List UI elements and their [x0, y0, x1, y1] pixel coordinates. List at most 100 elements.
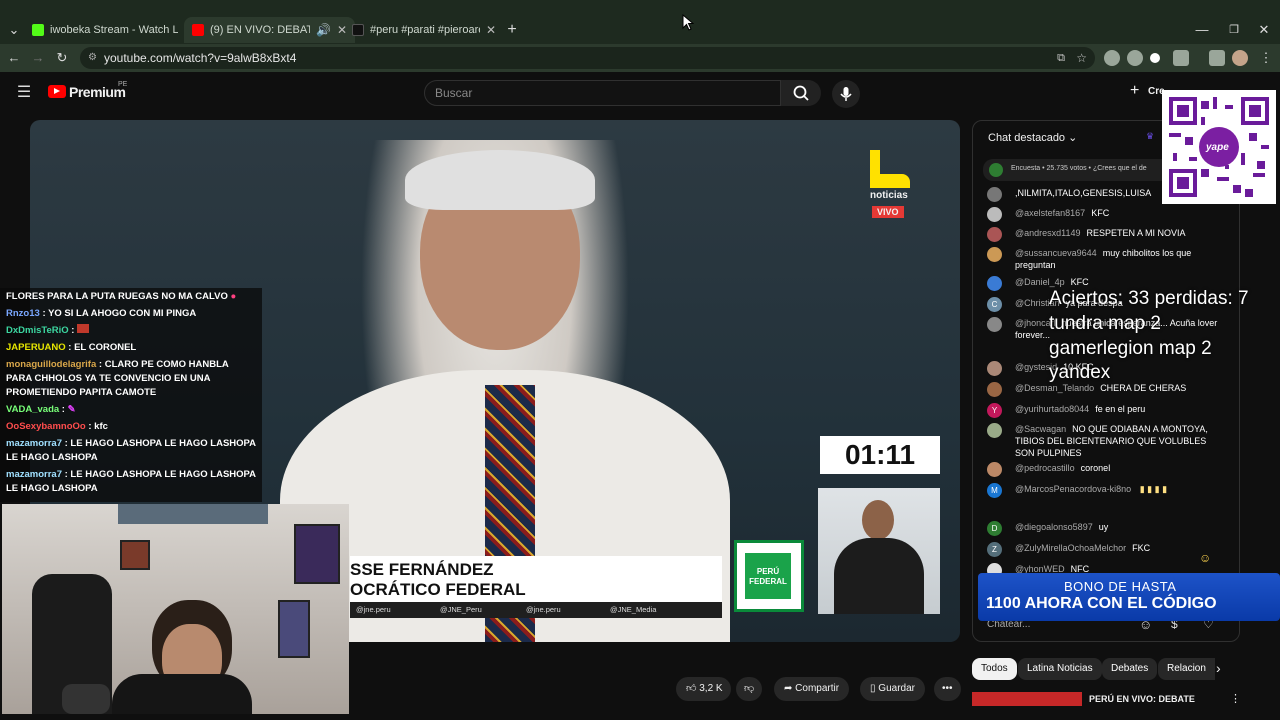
minimize-icon[interactable]: — — [1192, 20, 1212, 40]
tab-list-icon[interactable]: ⌄ — [4, 20, 24, 40]
tab-kick[interactable]: iwobeka Stream - Watch Live o ✕ — [24, 18, 202, 42]
chip-latina-noticias[interactable]: Latina Noticias — [1018, 658, 1102, 680]
restore-icon[interactable]: ❐ — [1224, 20, 1244, 40]
avatar[interactable] — [987, 207, 1002, 222]
more-actions-button[interactable]: ••• — [934, 677, 961, 701]
avatar[interactable]: M — [987, 483, 1002, 498]
close-tab-icon[interactable]: ✕ — [486, 23, 496, 37]
address-bar[interactable]: ⚙ youtube.com/watch?v=9alwB8xBxt4 ⧉ ☆ — [80, 47, 1095, 69]
poster-frame — [278, 600, 310, 658]
poll-banner[interactable]: Encuesta • 25.735 votos • ¿Crees que el … — [983, 159, 1183, 181]
related-menu-icon[interactable]: ⋮ — [1230, 692, 1241, 705]
author-name[interactable]: @Daniel_4p — [1015, 277, 1065, 287]
chat-message: @sussancueva9644 muy chibolitos los que p… — [987, 247, 1227, 271]
member-badge-icon[interactable]: ♛ — [1146, 131, 1154, 142]
profile-avatar-icon[interactable] — [1232, 50, 1248, 66]
extensions-puzzle-icon[interactable] — [1173, 50, 1189, 66]
share-label: Compartir — [795, 683, 840, 694]
chat-message: @Daniel_4p KFC — [987, 276, 1227, 291]
url-text: youtube.com/watch?v=9alwB8xBxt4 — [104, 51, 297, 65]
browser-toolbar: ← → ↻ ⚙ youtube.com/watch?v=9alwB8xBxt4 … — [0, 44, 1280, 72]
author-name[interactable]: @yurihurtado8044 — [1015, 404, 1089, 414]
mute-tab-icon[interactable]: 🔊 — [316, 23, 331, 37]
chip-todos[interactable]: Todos — [972, 658, 1017, 680]
site-info-icon[interactable]: ⚙ — [88, 47, 97, 69]
author-name[interactable]: @ZulyMirellaOchoaMelchor — [1015, 543, 1126, 553]
promo-banner: BONO DE HASTA 1100 AHORA CON EL CÓDIGO — [978, 573, 1280, 621]
hamburger-menu-icon[interactable]: ☰ — [14, 83, 34, 103]
related-video-title[interactable]: PERÚ EN VIVO: DEBATE — [1089, 694, 1195, 704]
author-name[interactable]: @axelstefan8167 — [1015, 208, 1085, 218]
avatar[interactable]: D — [987, 521, 1002, 536]
speaker-hair — [405, 150, 595, 210]
extension-icon[interactable] — [1104, 50, 1120, 66]
author-name[interactable]: @Desman_Telando — [1015, 383, 1094, 393]
author-name[interactable]: @Sacwagan — [1015, 424, 1066, 434]
create-plus-icon[interactable]: + — [1130, 82, 1139, 100]
promo-line-1: BONO DE HASTA — [1064, 579, 1177, 594]
save-button[interactable]: ▯ Guardar — [860, 677, 925, 701]
reload-icon[interactable]: ↻ — [52, 48, 72, 68]
author-name[interactable]: @sussancueva9644 — [1015, 248, 1097, 258]
avatar[interactable] — [987, 276, 1002, 291]
like-count: 3,2 K — [699, 683, 723, 694]
message-text: RESPETEN A MI NOVIA — [1086, 228, 1186, 238]
chat-message: D @diegoalonso5897 uy — [987, 521, 1227, 536]
tab-title: (9) EN VIVO: DEBATE PRESI — [210, 24, 310, 36]
avatar[interactable] — [987, 227, 1002, 242]
latina-noticias-logo-icon — [870, 150, 912, 188]
search-button[interactable] — [781, 80, 821, 106]
extension-icon[interactable] — [1127, 50, 1143, 66]
instagram-handle: @jne.peru — [356, 605, 391, 614]
author-name[interactable]: @MarcosPenacordova-ki8no — [1015, 484, 1131, 494]
menu-kebab-icon[interactable]: ⋮ — [1256, 48, 1276, 68]
dislike-button[interactable]: 👎︎ — [736, 677, 763, 701]
back-icon[interactable]: ← — [4, 48, 24, 68]
party-name: OCRÁTICO FEDERAL — [350, 580, 526, 599]
avatar[interactable] — [987, 361, 1002, 376]
message-text: KFC — [1070, 277, 1089, 287]
stream-chat-line: Rnzo13 : YO SI LA AHOGO CON MI PINGA — [6, 307, 256, 321]
author-name[interactable]: @diegoalonso5897 — [1015, 522, 1093, 532]
chat-user: OoSexybamnoOo — [6, 421, 86, 432]
tab-youtube[interactable]: (9) EN VIVO: DEBATE PRESI 🔊 ✕ — [184, 17, 356, 43]
tab-tiktok[interactable]: #peru #parati #pieroarenas #k ✕ — [344, 18, 504, 42]
chat-mode-dropdown[interactable]: Chat destacado ⌄ — [988, 131, 1077, 144]
youtube-premium-wordmark[interactable]: Premium — [69, 84, 126, 100]
bookmark-star-icon[interactable]: ☆ — [1076, 47, 1087, 69]
like-button[interactable]: 👍︎ 3,2 K — [676, 677, 731, 701]
author-name[interactable]: @pedrocastillo — [1015, 463, 1075, 473]
related-thumbnail[interactable] — [972, 692, 1082, 706]
avatar[interactable]: Z — [987, 542, 1002, 557]
media-controls-icon[interactable] — [1209, 50, 1225, 66]
forward-icon[interactable]: → — [28, 48, 48, 68]
emote-icon: ✎ — [67, 404, 76, 415]
avatar[interactable] — [987, 423, 1002, 438]
party-logo: PERÚ FEDERAL — [734, 540, 804, 612]
promo-line-2: 1100 AHORA CON EL CÓDIGO — [986, 595, 1217, 612]
avatar[interactable] — [987, 382, 1002, 397]
chip-debates[interactable]: Debates — [1102, 658, 1158, 680]
stream-overlay-line: gamerlegion map 2 — [1049, 338, 1212, 359]
reaction-emoji-icon[interactable]: ☺ — [1199, 551, 1211, 565]
avatar[interactable] — [987, 462, 1002, 477]
chevron-right-icon[interactable]: › — [1216, 660, 1221, 676]
extension-icon[interactable] — [1150, 53, 1160, 63]
search-input[interactable]: Buscar — [424, 80, 781, 106]
chip-relacion[interactable]: Relacion — [1158, 658, 1215, 680]
avatar[interactable] — [987, 247, 1002, 262]
install-app-icon[interactable]: ⧉ — [1057, 47, 1065, 69]
voice-search-button[interactable] — [832, 80, 860, 108]
avatar[interactable] — [987, 317, 1002, 332]
avatar[interactable] — [987, 187, 1002, 202]
live-badge: VIVO — [872, 206, 904, 218]
close-window-icon[interactable]: ✕ — [1254, 20, 1274, 40]
new-tab-icon[interactable]: + — [502, 20, 522, 40]
share-button[interactable]: ➦ Compartir — [774, 677, 850, 701]
author-name[interactable]: @andresxd1149 — [1015, 228, 1081, 238]
candidate-name: SSE FERNÁNDEZ — [350, 560, 494, 579]
avatar[interactable]: Y — [987, 403, 1002, 418]
chat-user: mazamorra7 — [6, 469, 62, 480]
avatar[interactable]: C — [987, 297, 1002, 312]
youtube-logo-icon[interactable] — [48, 85, 66, 98]
